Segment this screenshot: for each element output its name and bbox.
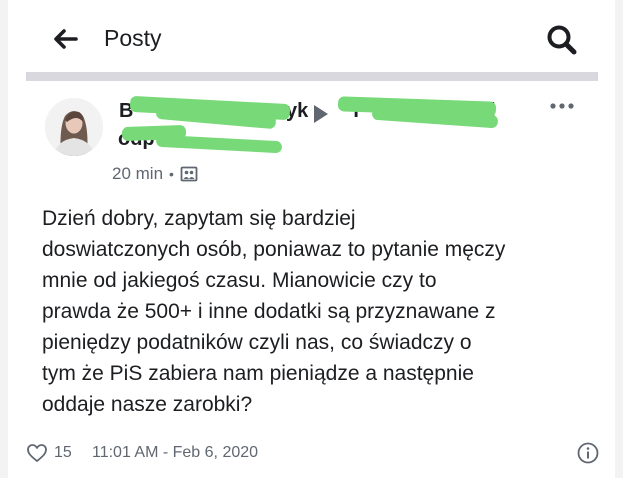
header-divider bbox=[26, 72, 598, 81]
like-count[interactable]: 15 bbox=[54, 444, 72, 462]
author-avatar[interactable] bbox=[45, 98, 103, 156]
post-page: Posty B yk T i odp bbox=[8, 0, 615, 478]
post-meta: 20 min • bbox=[112, 163, 198, 185]
post-footer: 15 11:01 AM - Feb 6, 2020 bbox=[26, 440, 600, 466]
info-button[interactable] bbox=[576, 441, 600, 465]
post-timestamp: 11:01 AM - Feb 6, 2020 bbox=[92, 444, 259, 461]
meta-separator: • bbox=[169, 166, 174, 182]
page-title: Posty bbox=[104, 25, 162, 51]
group-icon bbox=[180, 166, 198, 182]
heart-outline-icon bbox=[27, 444, 47, 462]
more-dots-icon bbox=[550, 103, 574, 109]
shared-to-arrow-icon bbox=[314, 105, 328, 123]
redaction-mark bbox=[155, 134, 283, 154]
more-options-button[interactable] bbox=[546, 94, 578, 118]
author-name-redacted[interactable]: B yk T i odp bbox=[116, 95, 516, 154]
back-button[interactable] bbox=[48, 22, 82, 56]
search-button[interactable] bbox=[542, 20, 582, 60]
like-button[interactable] bbox=[26, 442, 48, 464]
arrow-left-icon bbox=[54, 29, 78, 49]
search-icon bbox=[547, 25, 577, 55]
top-bar: Posty bbox=[8, 0, 615, 72]
post-time[interactable]: 20 min bbox=[112, 164, 163, 184]
profile-photo bbox=[45, 98, 103, 156]
info-icon bbox=[577, 442, 599, 464]
post-body: Dzień dobry, zapytam się bardziej doswia… bbox=[42, 207, 506, 416]
